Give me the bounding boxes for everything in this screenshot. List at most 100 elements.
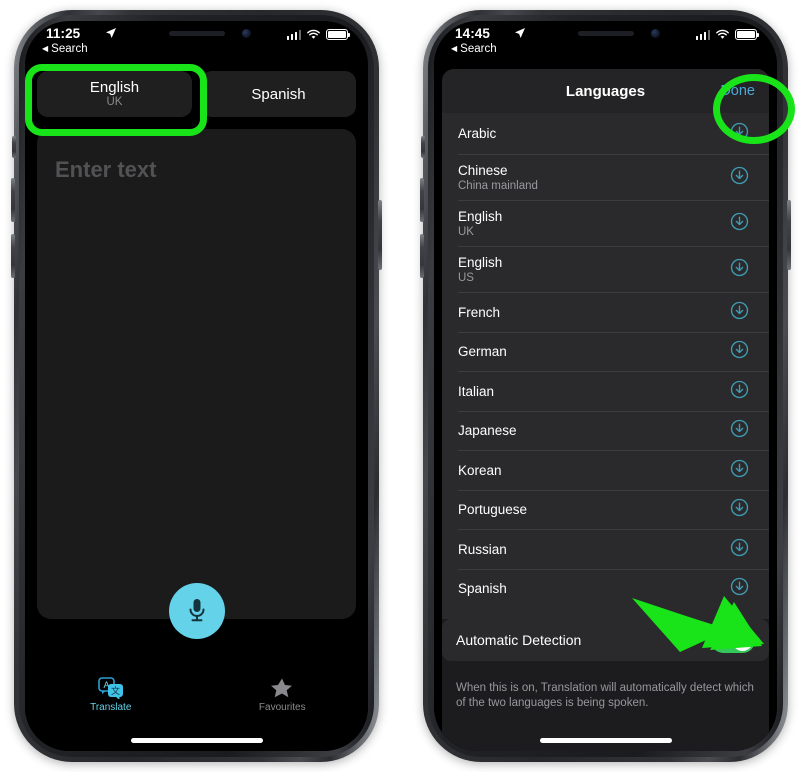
tab-favourites-label: Favourites	[258, 702, 306, 713]
download-icon[interactable]	[730, 340, 749, 364]
automatic-detection-toggle[interactable]	[711, 627, 755, 653]
front-camera-icon	[650, 29, 660, 38]
target-language-name: Spanish	[251, 85, 306, 103]
language-region: China mainland	[458, 180, 538, 192]
screenshot-canvas: 11:25 ◀ Search English UK Spanish Enter …	[0, 0, 800, 772]
language-selector-left: English UK Spanish	[37, 71, 356, 117]
language-row[interactable]: Arabic	[442, 113, 769, 155]
language-name: Japanese	[458, 423, 517, 439]
back-label-left: Search	[51, 43, 88, 55]
language-name: German	[458, 344, 507, 360]
language-name: Italian	[458, 383, 495, 399]
language-row[interactable]: English UK	[442, 201, 769, 247]
language-row-text: English UK	[458, 209, 502, 239]
wifi-icon-right	[716, 29, 729, 39]
language-row-text: Korean	[458, 463, 502, 479]
power-button-left[interactable]	[378, 200, 382, 270]
power-button-right[interactable]	[787, 200, 791, 270]
languages-sheet: Arabic Chinese China mainland English UK…	[442, 69, 769, 751]
automatic-detection-row[interactable]: Automatic Detection	[442, 619, 769, 661]
tab-favourites[interactable]: Favourites	[197, 677, 369, 713]
download-icon[interactable]	[730, 577, 749, 601]
language-row[interactable]: Russian	[442, 530, 769, 570]
language-name: Portuguese	[458, 502, 528, 518]
download-icon[interactable]	[730, 498, 749, 522]
source-language-name: English	[89, 79, 140, 96]
translate-icon: A 文	[97, 677, 123, 699]
language-name: Arabic	[458, 126, 497, 141]
toggle-knob	[732, 629, 753, 651]
sheet-title: Languages	[565, 82, 646, 100]
location-arrow-icon-right	[514, 27, 526, 42]
done-button[interactable]: Done	[720, 83, 755, 99]
tab-translate[interactable]: A 文 Translate	[25, 677, 197, 713]
earpiece-speaker-icon	[577, 31, 634, 36]
language-row-text: Russian	[458, 542, 507, 558]
home-indicator-left	[130, 738, 263, 743]
notch-left	[120, 21, 273, 47]
microphone-button[interactable]	[168, 583, 225, 639]
home-indicator-right	[539, 738, 672, 743]
status-time-left: 11:25	[46, 26, 81, 41]
language-name: French	[458, 304, 501, 320]
language-region: UK	[458, 226, 474, 238]
star-icon	[271, 678, 293, 698]
download-icon[interactable]	[730, 538, 749, 562]
wifi-icon-left	[307, 29, 320, 39]
status-time-right: 14:45	[455, 26, 491, 41]
front-camera-icon	[241, 29, 251, 38]
tab-translate-label: Translate	[90, 702, 132, 713]
screen-right: 14:45 ◀ Search Arabic Chinese China main…	[434, 21, 777, 751]
download-icon[interactable]	[730, 166, 749, 190]
language-row-text: German	[458, 344, 507, 360]
silent-switch-right[interactable]	[421, 136, 425, 158]
back-triangle-icon: ◀	[451, 44, 458, 53]
language-row[interactable]: French	[442, 293, 769, 333]
download-icon[interactable]	[730, 122, 749, 146]
download-icon[interactable]	[730, 419, 749, 443]
download-icon[interactable]	[730, 459, 749, 483]
download-icon[interactable]	[730, 380, 749, 404]
volume-up-button-left[interactable]	[11, 178, 15, 222]
language-row[interactable]: Spanish	[442, 570, 769, 610]
svg-text:文: 文	[111, 685, 120, 696]
notch-right	[529, 21, 682, 47]
language-row-text: French	[458, 305, 500, 321]
status-indicators-right	[695, 29, 759, 40]
language-row-text: Arabic	[458, 126, 496, 142]
language-list[interactable]: Arabic Chinese China mainland English UK…	[442, 113, 769, 619]
automatic-detection-footnote: When this is on, Translation will automa…	[456, 682, 754, 709]
language-name: English	[458, 209, 503, 224]
silent-switch-left[interactable]	[12, 136, 16, 158]
back-to-search-right[interactable]: ◀ Search	[451, 43, 497, 55]
volume-up-button-right[interactable]	[420, 178, 424, 222]
language-row[interactable]: Chinese China mainland	[442, 155, 769, 201]
language-row-text: Portuguese	[458, 502, 527, 518]
language-row[interactable]: Portuguese	[442, 491, 769, 531]
language-row[interactable]: German	[442, 333, 769, 373]
volume-down-button-right[interactable]	[420, 234, 424, 278]
language-row-text: Italian	[458, 384, 494, 400]
language-row-text: English US	[458, 255, 502, 285]
download-icon[interactable]	[730, 212, 749, 236]
battery-full-icon-left	[326, 29, 350, 40]
download-icon[interactable]	[730, 258, 749, 282]
target-language-button[interactable]: Spanish	[201, 71, 356, 117]
language-row[interactable]: Korean	[442, 451, 769, 491]
language-row[interactable]: English US	[442, 247, 769, 293]
download-icon[interactable]	[730, 301, 749, 325]
source-language-button[interactable]: English UK	[37, 71, 192, 117]
enter-text-placeholder: Enter text	[55, 157, 157, 182]
language-name: Spanish	[458, 581, 507, 597]
language-row[interactable]: Japanese	[442, 412, 769, 452]
text-input-card[interactable]: Enter text	[37, 129, 356, 619]
phone-left: 11:25 ◀ Search English UK Spanish Enter …	[11, 10, 382, 762]
volume-down-button-left[interactable]	[11, 234, 15, 278]
phone-right: 14:45 ◀ Search Arabic Chinese China main…	[420, 10, 795, 762]
language-row[interactable]: Italian	[442, 372, 769, 412]
back-label-right: Search	[460, 43, 497, 55]
language-name: English	[458, 255, 503, 270]
battery-full-icon-right	[735, 29, 759, 40]
sheet-header: Languages Done	[442, 69, 769, 113]
back-to-search-left[interactable]: ◀ Search	[42, 43, 88, 55]
